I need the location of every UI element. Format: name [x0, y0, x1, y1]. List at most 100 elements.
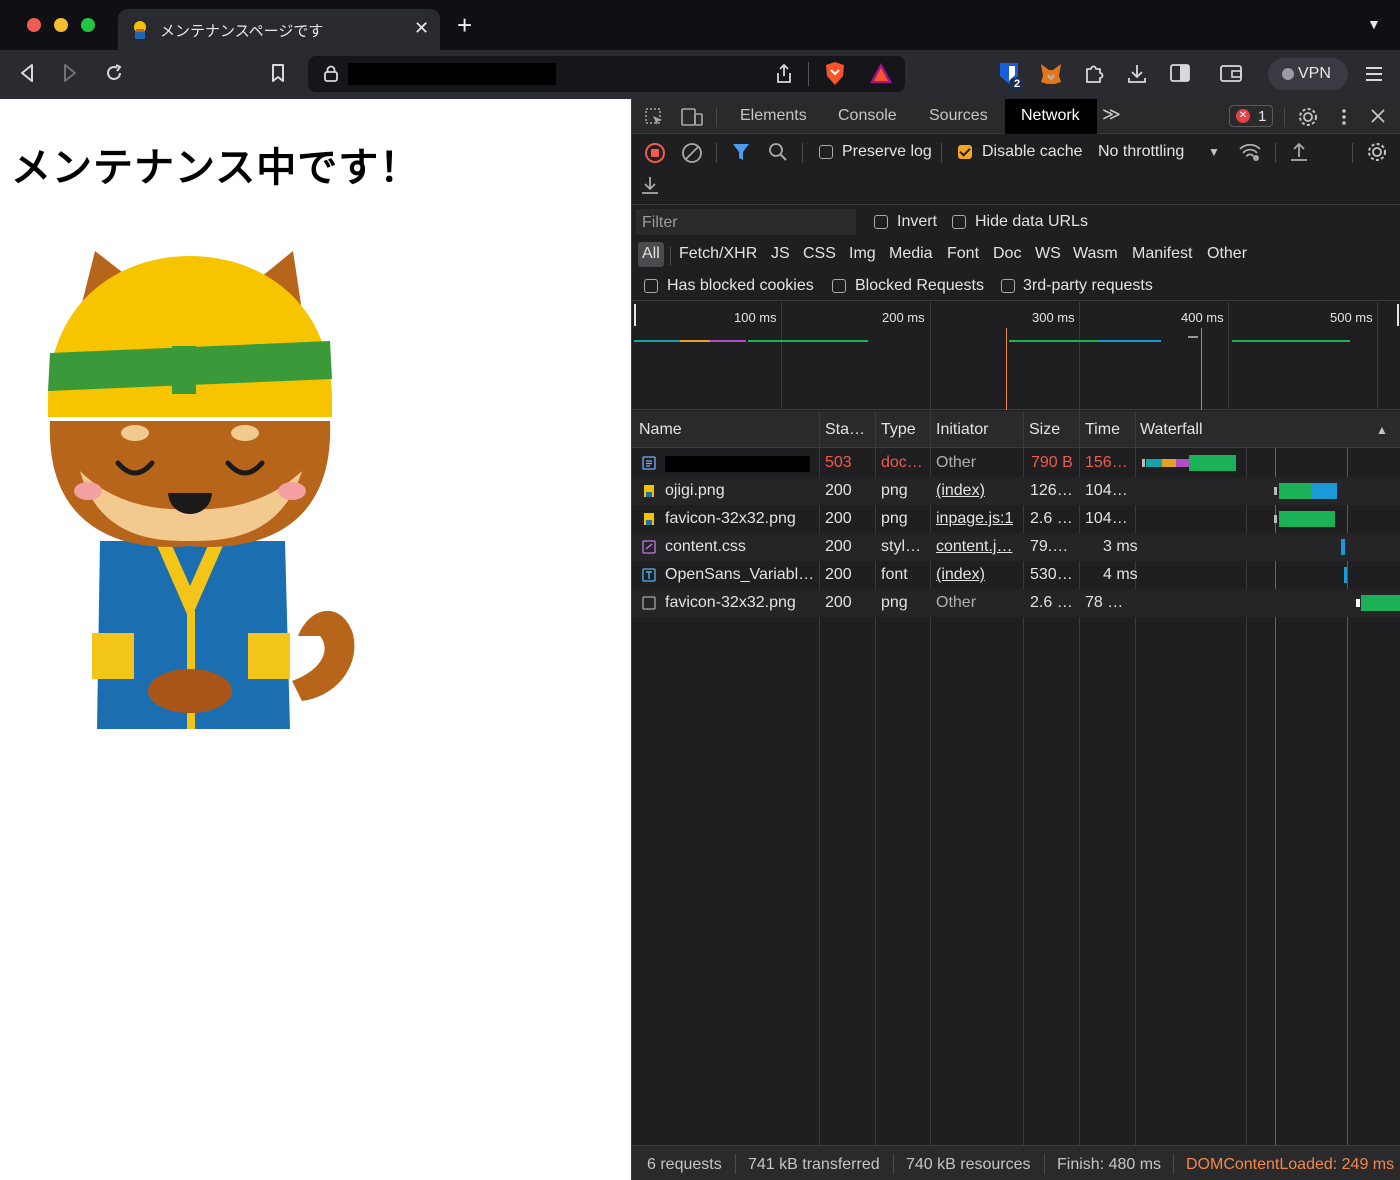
third-party-requests-checkbox[interactable] [1001, 279, 1015, 293]
stop-recording-icon[interactable] [644, 142, 666, 164]
type-filter-css[interactable]: CSS [803, 245, 836, 263]
minimize-window-button[interactable] [54, 18, 68, 32]
zoom-window-button[interactable] [81, 18, 95, 32]
tab-network[interactable]: Network [1021, 107, 1080, 125]
divider [716, 107, 717, 127]
clear-icon[interactable] [681, 142, 703, 164]
request-initiator-link[interactable]: (index) [936, 566, 985, 584]
error-count: 1 [1258, 108, 1267, 125]
column-waterfall[interactable]: Waterfall [1140, 421, 1203, 439]
type-filter-other[interactable]: Other [1207, 245, 1247, 263]
device-toolbar-icon[interactable] [680, 107, 704, 127]
error-counter[interactable]: ✕ 1 [1229, 105, 1273, 127]
back-icon[interactable] [19, 64, 35, 82]
url-text-redacted [348, 63, 556, 85]
column-initiator[interactable]: Initiator [936, 421, 988, 439]
invert-checkbox[interactable] [874, 215, 888, 229]
close-tab-icon[interactable]: ✕ [414, 18, 429, 39]
network-settings-gear-icon[interactable] [1366, 141, 1388, 163]
wallet-icon[interactable] [1219, 63, 1243, 83]
more-options-icon[interactable] [1340, 107, 1348, 127]
share-icon[interactable] [775, 63, 793, 84]
type-filter-wasm[interactable]: Wasm [1073, 245, 1118, 263]
forward-icon[interactable] [62, 64, 78, 82]
bookmark-icon[interactable] [271, 64, 285, 83]
hide-data-urls-checkbox[interactable] [952, 215, 966, 229]
type-filter-font[interactable]: Font [947, 245, 979, 263]
network-conditions-icon[interactable] [1238, 142, 1262, 162]
close-devtools-icon[interactable] [1370, 108, 1386, 124]
sidebar-toggle-icon[interactable] [1169, 63, 1191, 83]
overview-tick-label: 500 ms [1330, 310, 1373, 325]
vpn-button[interactable]: VPN [1268, 58, 1348, 90]
settings-gear-icon[interactable] [1297, 106, 1319, 128]
filter-input[interactable]: Filter [636, 209, 856, 235]
column-time[interactable]: Time [1085, 421, 1120, 439]
table-row[interactable]: content.css 200 styl… content.j… 79.… 3 … [632, 533, 1400, 561]
request-initiator-link[interactable]: content.j… [936, 538, 1020, 556]
column-name[interactable]: Name [639, 421, 682, 439]
has-blocked-cookies-label[interactable]: Has blocked cookies [667, 277, 814, 295]
blocked-requests-checkbox[interactable] [832, 279, 846, 293]
downloads-icon[interactable] [1126, 63, 1148, 85]
table-row[interactable]: OpenSans_Variabl… 200 font (index) 530… … [632, 561, 1400, 589]
blocked-requests-label[interactable]: Blocked Requests [855, 277, 984, 295]
sort-ascending-icon[interactable]: ▲ [1376, 423, 1388, 437]
overview-right-handle[interactable] [1397, 304, 1399, 326]
hide-data-urls-label[interactable]: Hide data URLs [975, 213, 1088, 231]
lock-icon[interactable] [324, 65, 338, 82]
request-status: 200 [825, 566, 852, 583]
invert-label[interactable]: Invert [897, 213, 937, 231]
new-tab-button[interactable]: + [457, 12, 472, 38]
filter-funnel-icon[interactable] [732, 143, 750, 161]
close-window-button[interactable] [27, 18, 41, 32]
menu-hamburger-icon[interactable] [1364, 65, 1384, 83]
type-filter-manifest[interactable]: Manifest [1132, 245, 1192, 263]
request-initiator-link[interactable]: (index) [936, 482, 985, 500]
tab-console[interactable]: Console [838, 107, 897, 125]
table-row[interactable]: favicon-32x32.png 200 png inpage.js:1 2.… [632, 505, 1400, 533]
waterfall-bar [1344, 567, 1347, 583]
overview-left-handle[interactable] [634, 304, 636, 326]
throttling-select[interactable]: No throttling [1098, 143, 1184, 161]
tab-sources[interactable]: Sources [929, 107, 988, 125]
preserve-log-label[interactable]: Preserve log [842, 143, 932, 161]
metamask-icon[interactable] [1039, 62, 1063, 86]
waterfall-bar [1279, 483, 1312, 499]
extensions-puzzle-icon[interactable] [1083, 63, 1105, 85]
type-filter-js[interactable]: JS [771, 245, 790, 263]
table-row[interactable]: ojigi.png 200 png (index) 126… 104… [632, 477, 1400, 505]
more-tabs-icon[interactable]: ≫ [1102, 104, 1121, 125]
reload-icon[interactable] [104, 63, 124, 83]
active-tab[interactable]: メンテナンスページです ✕ [118, 9, 440, 51]
request-name: favicon-32x32.png [665, 594, 796, 611]
brave-rewards-icon[interactable] [869, 62, 893, 84]
third-party-requests-label[interactable]: 3rd-party requests [1023, 277, 1153, 295]
type-filter-doc[interactable]: Doc [993, 245, 1021, 263]
brave-shields-icon[interactable] [824, 61, 846, 86]
address-bar[interactable] [308, 56, 905, 92]
table-row[interactable]: 503 doc… Other 790 B 156… [632, 449, 1400, 477]
import-har-icon[interactable] [1289, 141, 1309, 163]
column-type[interactable]: Type [881, 421, 916, 439]
has-blocked-cookies-checkbox[interactable] [644, 279, 658, 293]
preserve-log-checkbox[interactable] [819, 145, 833, 159]
table-row[interactable]: favicon-32x32.png 200 png Other 2.6 … 78… [632, 589, 1400, 617]
column-status[interactable]: Sta… [825, 421, 865, 439]
throttling-chevron-down-icon[interactable]: ▼ [1208, 145, 1220, 159]
type-filter-all[interactable]: All [642, 245, 660, 263]
export-har-icon[interactable] [640, 175, 660, 195]
tab-elements[interactable]: Elements [740, 107, 807, 125]
search-icon[interactable] [768, 142, 788, 162]
type-filter-media[interactable]: Media [889, 245, 933, 263]
tab-list-chevron-down-icon[interactable]: ▼ [1367, 16, 1381, 32]
network-overview-timeline[interactable]: 100 ms 200 ms 300 ms 400 ms 500 ms [632, 302, 1400, 410]
request-initiator-link[interactable]: inpage.js:1 [936, 510, 1013, 528]
column-size[interactable]: Size [1029, 421, 1060, 439]
inspect-element-icon[interactable] [644, 107, 664, 127]
disable-cache-checkbox[interactable] [958, 145, 972, 159]
type-filter-ws[interactable]: WS [1035, 245, 1061, 263]
type-filter-img[interactable]: Img [849, 245, 876, 263]
type-filter-fetch-xhr[interactable]: Fetch/XHR [679, 245, 757, 263]
disable-cache-label[interactable]: Disable cache [982, 143, 1083, 161]
